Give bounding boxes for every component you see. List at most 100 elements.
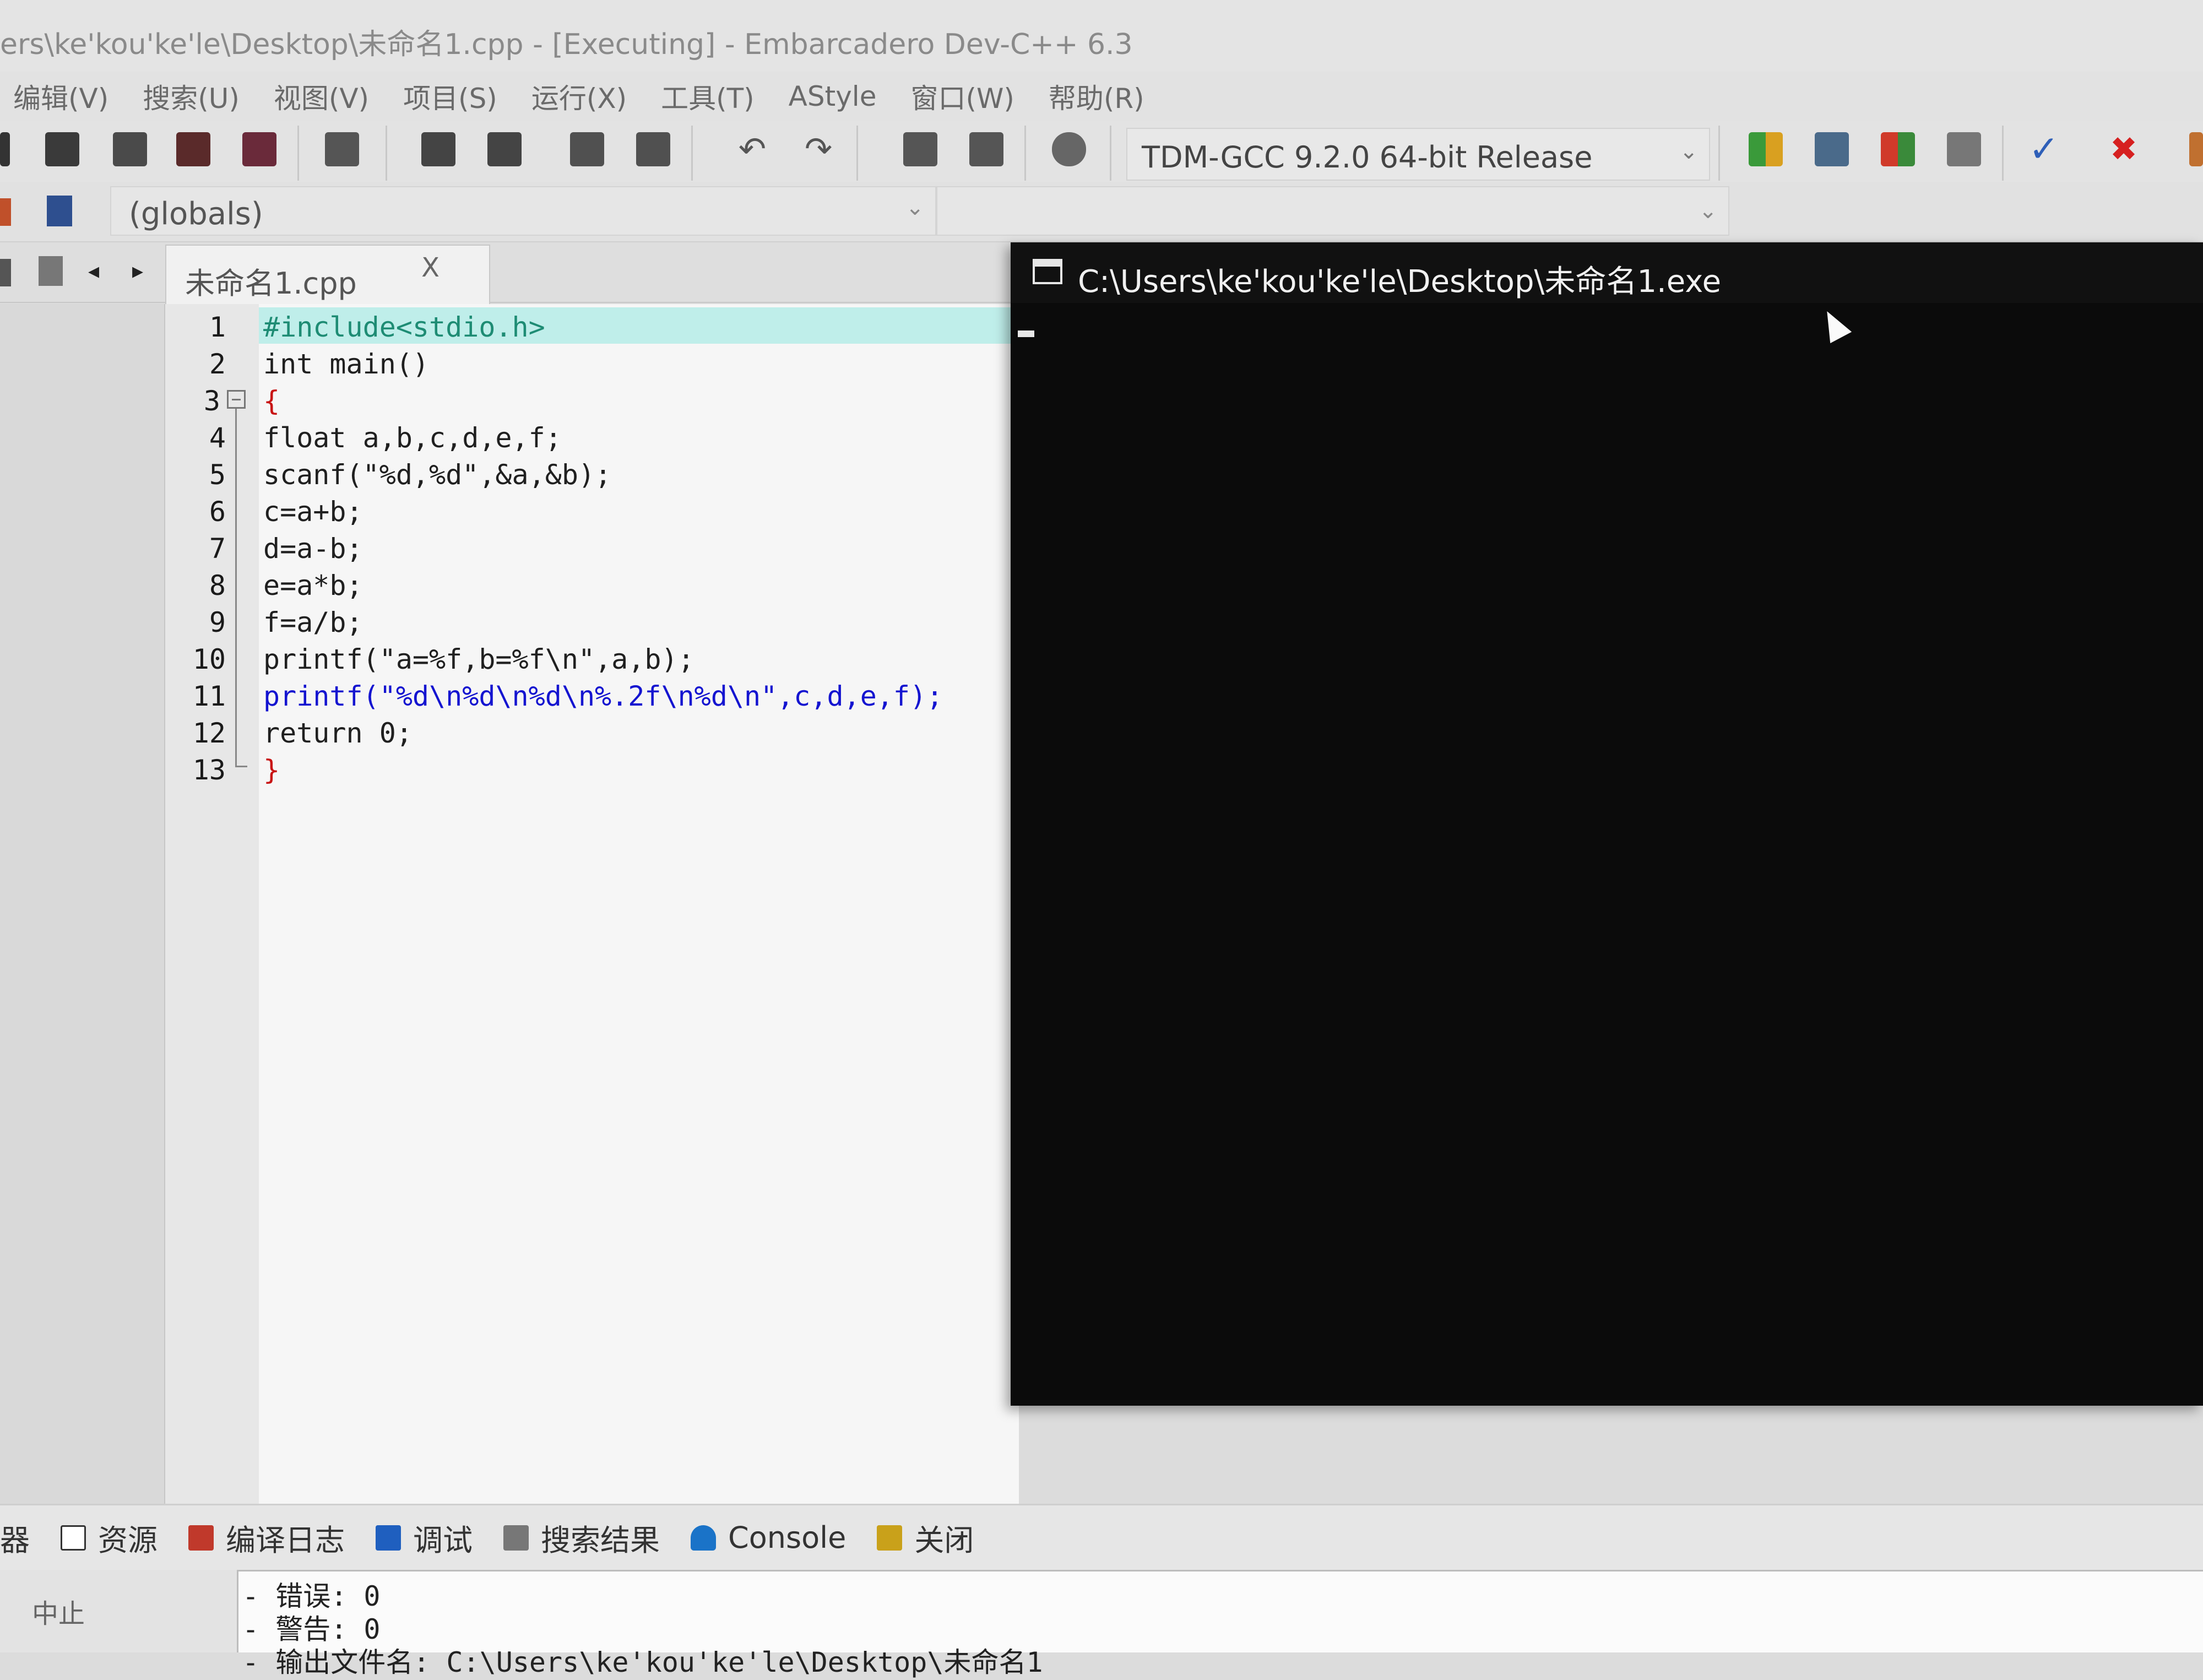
line-number: 11 bbox=[192, 680, 226, 712]
save-icon[interactable] bbox=[113, 132, 147, 166]
console-title: C:\Users\ke'kou'ke'le\Desktop\未命名1.exe bbox=[1078, 264, 1722, 300]
tab-compile-log[interactable]: 编译日志 bbox=[188, 1516, 345, 1559]
log-line: - 输出文件名: C:\Users\ke'kou'ke'le\Desktop\未… bbox=[242, 1646, 1043, 1678]
tab-close-panel[interactable]: 关闭 bbox=[877, 1516, 974, 1559]
title-bar: ers\ke'kou'ke'le\Desktop\未命名1.cpp - [Exe… bbox=[0, 0, 2203, 72]
menu-bar: 编辑(V) 搜索(U) 视图(V) 项目(S) 运行(X) 工具(T) ASty… bbox=[0, 72, 2203, 121]
toolbar-separator bbox=[691, 126, 693, 181]
replace-icon[interactable] bbox=[487, 132, 522, 166]
options-icon[interactable] bbox=[2189, 132, 2203, 166]
console-title-bar[interactable]: C:\Users\ke'kou'ke'le\Desktop\未命名1.exe bbox=[1011, 242, 2203, 303]
compiler-select-value: TDM-GCC 9.2.0 64-bit Release bbox=[1142, 140, 1593, 175]
menu-tools[interactable]: 工具(T) bbox=[661, 77, 755, 116]
menu-edit[interactable]: 编辑(V) bbox=[13, 77, 108, 116]
tab-debug[interactable]: 调试 bbox=[376, 1516, 473, 1559]
compiler-select[interactable]: TDM-GCC 9.2.0 64-bit Release ⌄ bbox=[1126, 128, 1710, 181]
compile-log-icon bbox=[188, 1525, 214, 1551]
unindent-icon[interactable] bbox=[636, 132, 670, 166]
bookmark-icon[interactable] bbox=[1052, 132, 1086, 166]
fold-guide bbox=[235, 409, 237, 767]
debug-icon bbox=[376, 1525, 401, 1551]
abort-button[interactable]: 中止 bbox=[32, 1592, 85, 1630]
stop-icon[interactable]: ✖ bbox=[2107, 132, 2141, 166]
menu-help[interactable]: 帮助(R) bbox=[1049, 77, 1144, 116]
code-line: int main() bbox=[263, 348, 430, 380]
run-icon[interactable] bbox=[1815, 132, 1849, 166]
chevron-down-icon: ⌄ bbox=[1699, 198, 1717, 224]
toolbar-separator bbox=[386, 126, 387, 181]
close-icon[interactable]: X bbox=[421, 252, 439, 283]
code-line: e=a*b; bbox=[263, 570, 363, 601]
code-line: #include<stdio.h> bbox=[263, 311, 545, 343]
menu-project[interactable]: 项目(S) bbox=[403, 77, 497, 116]
tab-file[interactable]: 未命名1.cpp X bbox=[165, 245, 490, 304]
prev-icon[interactable] bbox=[903, 132, 937, 166]
compile-icon[interactable] bbox=[1749, 132, 1783, 166]
code-line: float a,b,c,d,e,f; bbox=[263, 422, 562, 454]
code-line: printf("a=%f,b=%f\n",a,b); bbox=[263, 643, 694, 675]
line-number: 10 bbox=[192, 643, 226, 675]
tab-resources[interactable]: 资源 bbox=[61, 1516, 158, 1559]
tab-compiler-label: 器 bbox=[0, 1523, 30, 1558]
member-select[interactable]: ⌄ bbox=[936, 186, 1729, 236]
next-icon[interactable] bbox=[969, 132, 1003, 166]
scope-select[interactable]: (globals) ⌄ bbox=[110, 186, 936, 236]
search-results-icon bbox=[503, 1525, 529, 1551]
print-icon[interactable] bbox=[325, 132, 359, 166]
menu-view[interactable]: 视图(V) bbox=[274, 77, 369, 116]
toolbar-separator bbox=[1718, 126, 1720, 181]
chevron-down-icon: ⌄ bbox=[1679, 139, 1698, 164]
toolbar-separator bbox=[1110, 126, 1111, 181]
line-number: 7 bbox=[209, 533, 226, 565]
toolbar-separator bbox=[297, 126, 299, 181]
menu-run[interactable]: 运行(X) bbox=[531, 77, 627, 116]
tab-search-results[interactable]: 搜索结果 bbox=[503, 1516, 660, 1559]
bottom-panel-tabs: 器 资源 编译日志 调试 搜索结果 Console 关闭 bbox=[0, 1504, 2203, 1570]
line-number: 4 bbox=[209, 422, 226, 454]
class-panel-icon[interactable] bbox=[39, 256, 63, 286]
code-line: printf("%d\n%d\n%d\n%.2f\n%d\n",c,d,e,f)… bbox=[263, 680, 943, 712]
tab-search-results-label: 搜索结果 bbox=[541, 1523, 660, 1558]
tab-debug-label: 调试 bbox=[413, 1523, 473, 1558]
tab-scroll-right-icon[interactable]: ▸ bbox=[121, 254, 154, 288]
chevron-down-icon: ⌄ bbox=[905, 195, 924, 220]
console-caret bbox=[1018, 330, 1034, 337]
fold-toggle-icon[interactable] bbox=[227, 390, 246, 409]
tab-resources-label: 资源 bbox=[98, 1523, 158, 1558]
check-syntax-icon[interactable]: ✓ bbox=[2027, 131, 2061, 167]
code-line: scanf("%d,%d",&a,&b); bbox=[263, 459, 612, 491]
project-panel-icon[interactable] bbox=[0, 259, 11, 286]
menu-search[interactable]: 搜索(U) bbox=[143, 77, 240, 116]
compile-run-icon[interactable] bbox=[1881, 132, 1915, 166]
undo-icon[interactable]: ↶ bbox=[735, 132, 769, 166]
tab-console[interactable]: Console bbox=[691, 1520, 846, 1555]
toolbar-separator bbox=[1024, 126, 1026, 181]
console-app-icon bbox=[1033, 259, 1062, 284]
window-title: ers\ke'kou'ke'le\Desktop\未命名1.cpp - [Exe… bbox=[0, 28, 1133, 61]
resource-icon bbox=[61, 1525, 86, 1551]
line-number: 1 bbox=[209, 311, 226, 343]
tab-close-panel-label: 关闭 bbox=[914, 1523, 974, 1558]
project-browser-panel bbox=[0, 304, 165, 1505]
new-file-icon[interactable] bbox=[0, 132, 10, 166]
line-number: 3 bbox=[203, 385, 220, 417]
line-number: 2 bbox=[209, 348, 226, 380]
save-all-icon[interactable] bbox=[176, 132, 210, 166]
code-line: d=a-b; bbox=[263, 533, 363, 565]
console-window[interactable] bbox=[1011, 242, 2203, 1406]
line-number: 8 bbox=[209, 570, 226, 601]
menu-window[interactable]: 窗口(W) bbox=[910, 77, 1014, 116]
menu-astyle[interactable]: AStyle bbox=[789, 80, 877, 112]
close-panel-icon bbox=[877, 1525, 903, 1551]
insert-icon[interactable] bbox=[0, 198, 11, 226]
tab-scroll-left-icon[interactable]: ◂ bbox=[77, 254, 110, 288]
fold-guide-end bbox=[235, 766, 247, 767]
find-icon[interactable] bbox=[421, 132, 455, 166]
indent-icon[interactable] bbox=[570, 132, 604, 166]
redo-icon[interactable]: ↷ bbox=[801, 132, 835, 166]
open-file-icon[interactable] bbox=[45, 132, 79, 166]
close-file-icon[interactable] bbox=[242, 132, 276, 166]
rebuild-icon[interactable] bbox=[1947, 132, 1981, 166]
tab-compiler[interactable]: 器 bbox=[0, 1516, 30, 1559]
class-browser-icon[interactable] bbox=[47, 196, 72, 226]
